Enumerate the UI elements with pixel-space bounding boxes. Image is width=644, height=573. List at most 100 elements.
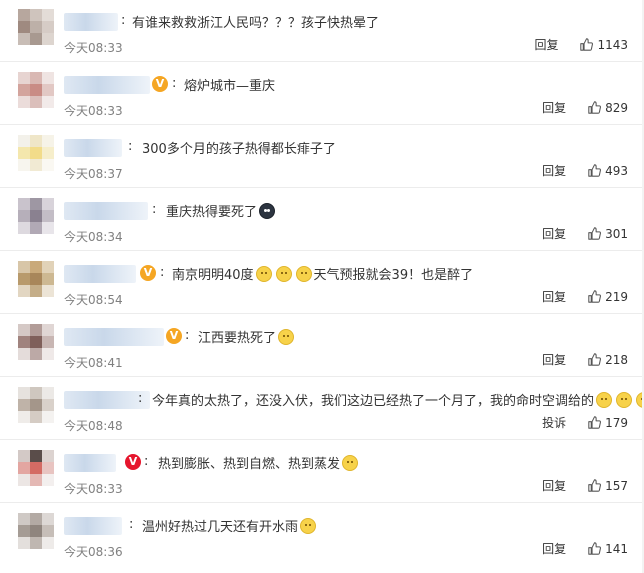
comment-time: 今天08:41 bbox=[64, 356, 123, 370]
like-button[interactable]: 218 bbox=[588, 353, 628, 367]
verified-badge-icon: V bbox=[166, 328, 182, 344]
comment-item: : 重庆热得要死了 今天08:34 回复 301 bbox=[0, 189, 644, 251]
username[interactable] bbox=[64, 454, 116, 472]
comment-item: V : 江西要热死了 今天08:41 回复 218 bbox=[0, 315, 644, 377]
comment-text-segment: 熔炉城市—重庆 bbox=[184, 79, 276, 94]
username[interactable] bbox=[64, 139, 122, 157]
username[interactable] bbox=[64, 13, 118, 31]
comment-text-segment: 南京明明40度 bbox=[172, 268, 254, 283]
comment-text: 温州好热过几天还有开水雨 bbox=[142, 516, 318, 535]
smile-face-icon bbox=[275, 265, 292, 282]
avatar[interactable] bbox=[18, 513, 54, 549]
thumbs-up-icon bbox=[588, 416, 602, 429]
comment-text: 南京明明40度 天气预报就会39！也是醉了 bbox=[172, 264, 473, 283]
crying-face-icon bbox=[278, 328, 295, 345]
username[interactable] bbox=[64, 76, 150, 94]
separator-colon: : bbox=[185, 328, 190, 343]
comment-time: 今天08:54 bbox=[64, 293, 123, 307]
comment-actions: 回复 829 bbox=[542, 99, 628, 116]
comment-time: 今天08:33 bbox=[64, 104, 123, 118]
username[interactable] bbox=[64, 265, 136, 283]
comment-text: 热到膨胀、热到自燃、热到蒸发 bbox=[158, 453, 360, 472]
comment-text: 江西要热死了 bbox=[198, 327, 296, 346]
comment-text-segment: 有谁来救救浙江人民吗？？？孩子快热晕了 bbox=[132, 16, 380, 31]
comment-actions: 回复 493 bbox=[542, 162, 628, 179]
like-count: 157 bbox=[605, 478, 628, 493]
like-count: 1143 bbox=[597, 37, 628, 52]
avatar[interactable] bbox=[18, 72, 54, 108]
avatar[interactable] bbox=[18, 261, 54, 297]
avatar[interactable] bbox=[18, 135, 54, 171]
smile-face-icon bbox=[300, 517, 317, 534]
comment-item: V : 熔炉城市—重庆 今天08:33 回复 829 bbox=[0, 63, 644, 125]
verified-badge-icon: V bbox=[152, 76, 168, 92]
thumbs-up-icon bbox=[588, 542, 602, 555]
like-button[interactable]: 301 bbox=[588, 227, 628, 241]
like-button[interactable]: 1143 bbox=[580, 38, 628, 52]
thumbs-up-icon bbox=[588, 290, 602, 303]
comment-text-segment: 天气预报就会39！也是醉了 bbox=[313, 268, 474, 283]
comment-text: 熔炉城市—重庆 bbox=[184, 75, 275, 94]
comment-time: 今天08:33 bbox=[64, 482, 123, 496]
comment-actions: 回复 218 bbox=[542, 351, 628, 368]
comment-list: : 有谁来救救浙江人民吗？？？孩子快热晕了 今天08:33 回复 1143 V … bbox=[0, 0, 644, 573]
comment-actions: 投诉 179 bbox=[542, 414, 628, 431]
comment-text-segment: 江西要热死了 bbox=[198, 331, 277, 346]
verified-badge-icon: V bbox=[140, 265, 156, 281]
avatar[interactable] bbox=[18, 387, 54, 423]
reply-button[interactable]: 回复 bbox=[542, 162, 566, 179]
like-button[interactable]: 219 bbox=[588, 290, 628, 304]
thumbs-up-icon bbox=[588, 353, 602, 366]
reply-button[interactable]: 回复 bbox=[534, 36, 558, 53]
avatar[interactable] bbox=[18, 9, 54, 45]
comment-actions: 回复 141 bbox=[542, 540, 628, 557]
comment-time: 今天08:37 bbox=[64, 167, 123, 181]
reply-button[interactable]: 回复 bbox=[542, 288, 566, 305]
avatar[interactable] bbox=[18, 324, 54, 360]
crying-face-icon bbox=[342, 454, 359, 471]
like-button[interactable]: 157 bbox=[588, 479, 628, 493]
comment-actions: 回复 157 bbox=[542, 477, 628, 494]
comment-item: : 温州好热过几天还有开水雨 今天08:36 回复 141 bbox=[0, 504, 644, 566]
thumbs-up-icon bbox=[580, 38, 594, 51]
comment-text: 300多个月的孩子热得都长痱子了 bbox=[142, 138, 336, 157]
comment-item: : 300多个月的孩子热得都长痱子了 今天08:37 回复 493 bbox=[0, 126, 644, 188]
separator-colon: : bbox=[144, 454, 149, 469]
username[interactable] bbox=[64, 517, 122, 535]
like-count: 179 bbox=[605, 415, 628, 430]
reply-button[interactable]: 回复 bbox=[542, 225, 566, 242]
comment-text-segment: 重庆热得要死了 bbox=[166, 205, 258, 220]
reply-button[interactable]: 回复 bbox=[542, 351, 566, 368]
comment-item: V : 南京明明40度 天气预报就会39！也是醉了 今天08:54 回复 219 bbox=[0, 252, 644, 314]
report-button[interactable]: 投诉 bbox=[542, 414, 566, 431]
separator-colon: : bbox=[121, 13, 126, 28]
comment-actions: 回复 1143 bbox=[534, 36, 628, 53]
comment-time: 今天08:48 bbox=[64, 419, 123, 433]
smile-face-icon bbox=[255, 265, 272, 282]
username[interactable] bbox=[64, 328, 164, 346]
like-button[interactable]: 141 bbox=[588, 542, 628, 556]
like-button[interactable]: 493 bbox=[588, 164, 628, 178]
thumbs-up-icon bbox=[588, 227, 602, 240]
reply-button[interactable]: 回复 bbox=[542, 99, 566, 116]
like-button[interactable]: 829 bbox=[588, 101, 628, 115]
separator-colon: : bbox=[152, 202, 157, 217]
reply-button[interactable]: 回复 bbox=[542, 540, 566, 557]
avatar[interactable] bbox=[18, 450, 54, 486]
like-count: 829 bbox=[605, 100, 628, 115]
like-count: 219 bbox=[605, 289, 628, 304]
comment-item: : 今年真的太热了，还没入伏，我们这边已经热了一个月了，我的命时空调给的 今天0… bbox=[0, 378, 644, 440]
separator-colon: : bbox=[128, 139, 133, 154]
username[interactable] bbox=[64, 202, 148, 220]
comment-actions: 回复 301 bbox=[542, 225, 628, 242]
comment-text-segment: 300多个月的孩子热得都长痱子了 bbox=[142, 142, 336, 157]
like-button[interactable]: 179 bbox=[588, 416, 628, 430]
like-count: 141 bbox=[605, 541, 628, 556]
like-count: 493 bbox=[605, 163, 628, 178]
avatar[interactable] bbox=[18, 198, 54, 234]
comment-text-segment: 今年真的太热了，还没入伏，我们这边已经热了一个月了，我的命时空调给的 bbox=[152, 394, 595, 409]
reply-button[interactable]: 回复 bbox=[542, 477, 566, 494]
comment-actions: 回复 219 bbox=[542, 288, 628, 305]
comment-text-segment: 温州好热过几天还有开水雨 bbox=[142, 520, 299, 535]
thumbs-up-icon bbox=[588, 101, 602, 114]
